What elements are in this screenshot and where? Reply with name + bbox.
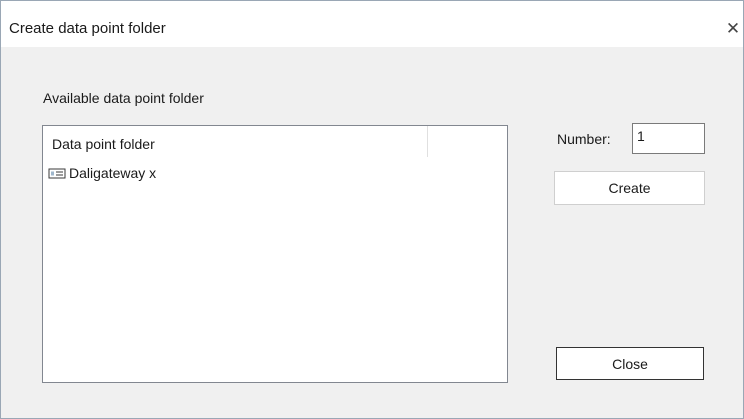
- close-button[interactable]: Close: [556, 347, 704, 380]
- column-header-label: Data point folder: [52, 136, 155, 152]
- title-bar: Create data point folder ✕: [1, 1, 743, 47]
- available-folders-label: Available data point folder: [43, 90, 204, 106]
- list-item[interactable]: Daligateway x: [48, 164, 156, 182]
- data-point-folder-list[interactable]: Data point folder Daligateway x: [42, 125, 508, 383]
- list-item-label: Daligateway x: [69, 165, 157, 181]
- column-header-data-point-folder[interactable]: Data point folder: [43, 126, 428, 157]
- window-title: Create data point folder: [9, 20, 166, 37]
- number-input[interactable]: [632, 123, 705, 154]
- number-label: Number:: [557, 131, 611, 147]
- folder-card-icon: [48, 167, 68, 179]
- dialog-window: Create data point folder ✕ Available dat…: [0, 0, 744, 419]
- close-icon[interactable]: ✕: [723, 19, 743, 39]
- create-button[interactable]: Create: [554, 171, 705, 205]
